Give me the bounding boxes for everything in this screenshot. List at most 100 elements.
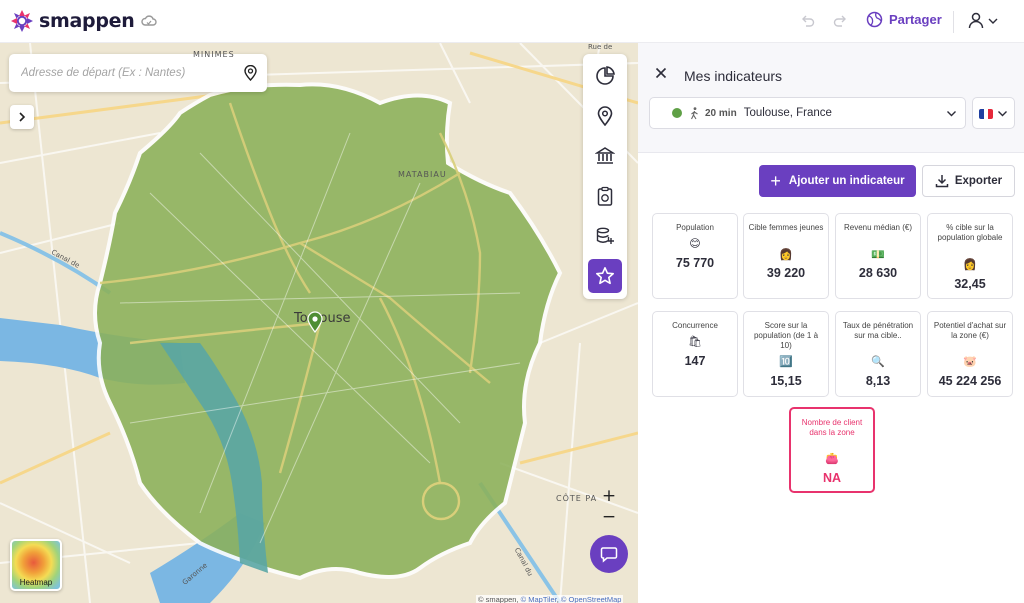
zoom-out-button[interactable]: −	[602, 507, 616, 528]
bank-icon	[595, 147, 615, 164]
indicator-label: Concurrence	[672, 321, 718, 330]
indicator-card-penetration-rate[interactable]: Taux de pénétration sur ma cible.. 🔍 8,1…	[835, 311, 921, 397]
panel-title: Mes indicateurs	[684, 68, 783, 84]
chevron-down-icon	[988, 18, 998, 24]
indicator-label: Score sur la population (de 1 à 10)	[753, 321, 819, 350]
download-icon	[935, 175, 949, 188]
map-label-minimes: MINIMES	[193, 50, 235, 59]
zone-select[interactable]: 20 min Toulouse, France	[649, 97, 966, 129]
cloud-sync-icon	[141, 15, 157, 26]
database-add-icon	[596, 227, 614, 244]
smappen-logo-icon	[11, 10, 33, 32]
magnifier-emoji-icon: 🔍	[871, 356, 885, 368]
indicator-label: Potentiel d'achat sur la zone (€)	[933, 321, 1007, 340]
indicator-value: 45 224 256	[938, 374, 1002, 388]
indicator-card-median-income[interactable]: Revenu médian (€) 💵 28 630	[835, 213, 921, 299]
close-icon[interactable]	[655, 67, 667, 79]
chevron-down-icon	[947, 111, 956, 117]
woman-emoji-icon: 👩	[963, 259, 977, 271]
zone-city: Toulouse, France	[743, 107, 832, 119]
attribution-smappen: © smappen	[478, 595, 517, 603]
indicator-label: Taux de pénétration sur ma cible..	[842, 321, 914, 340]
redo-icon[interactable]	[832, 13, 848, 29]
indicator-value: 147	[684, 354, 706, 368]
star-icon	[596, 267, 614, 285]
panel-header: Mes indicateurs 20 min Toulouse, France	[638, 43, 1024, 153]
location-pin-icon[interactable]	[244, 65, 257, 81]
attribution-maptiler[interactable]: © MapTiler	[521, 595, 557, 603]
brand-name: smappen	[39, 10, 135, 32]
indicator-label: Cible femmes jeunes	[748, 223, 824, 232]
zoom-control: + −	[598, 486, 620, 528]
chat-button[interactable]	[590, 535, 628, 573]
pie-chart-icon	[596, 66, 615, 85]
indicator-value: 39 220	[766, 266, 806, 280]
share-button[interactable]: Partager	[866, 11, 942, 28]
heatmap-label: Heatmap	[19, 578, 53, 587]
walking-icon	[691, 106, 698, 119]
indicator-card-target-women[interactable]: Cible femmes jeunes 👩 39 220	[743, 213, 829, 299]
export-button[interactable]: Exporter	[922, 165, 1015, 197]
piggy-bank-emoji-icon: 🐷	[963, 356, 977, 368]
zoom-in-button[interactable]: +	[602, 486, 616, 507]
number-ten-emoji-icon: 🔟	[779, 356, 793, 368]
indicator-card-competition[interactable]: Concurrence 🛍 147	[652, 311, 738, 397]
indicators-tool[interactable]	[588, 259, 622, 293]
country-select[interactable]	[972, 97, 1015, 129]
logo[interactable]: smappen	[10, 9, 135, 33]
clipboard-icon	[597, 186, 613, 206]
heatmap-toggle[interactable]: Heatmap	[10, 539, 62, 591]
chat-icon	[600, 547, 618, 563]
indicator-card-population[interactable]: Population 😊 75 770	[652, 213, 738, 299]
map-label-road: Rue de	[588, 43, 613, 51]
indicator-card-clients[interactable]: Nombre de client dans la zone 👛 NA	[789, 407, 875, 493]
locations-tool[interactable]	[588, 99, 622, 133]
add-data-tool[interactable]	[588, 219, 622, 253]
undo-icon[interactable]	[800, 13, 816, 29]
map-label-matabiau: MATABIAU	[398, 170, 447, 179]
zone-duration: 20 min	[705, 107, 737, 119]
indicator-label: Nombre de client dans la zone	[801, 418, 863, 437]
map-attribution: © smappen, © MapTiler, © OpenStreetMap	[476, 595, 624, 603]
indicator-value: NA	[822, 471, 842, 485]
shopping-bags-emoji-icon: 🛍	[688, 336, 702, 348]
indicator-value: 15,15	[770, 374, 802, 388]
indicators-panel: Mes indicateurs 20 min Toulouse, France …	[638, 43, 1024, 603]
top-bar: smappen Partager	[0, 0, 1024, 43]
start-address-search[interactable]	[9, 54, 267, 92]
indicator-value: 75 770	[675, 256, 715, 270]
plus-icon: +	[770, 170, 781, 191]
attribution-osm[interactable]: © OpenStreetMap	[561, 595, 622, 603]
woman-emoji-icon: 👩	[779, 249, 793, 261]
purse-emoji-icon: 👛	[825, 453, 839, 465]
chevron-right-icon	[19, 112, 26, 122]
indicator-label: % cible sur la population globale	[937, 223, 1003, 242]
divider	[953, 11, 954, 33]
search-input[interactable]	[21, 67, 236, 79]
map-label-cote-pavee: CÔTE PA	[556, 494, 598, 503]
money-emoji-icon: 💵	[871, 249, 885, 261]
map-tools	[583, 54, 627, 299]
indicator-value: 32,45	[954, 277, 986, 291]
add-indicator-button[interactable]: + Ajouter un indicateur	[759, 165, 916, 197]
indicator-label: Population	[676, 223, 714, 232]
map-canvas[interactable]: MINIMES Rue de MATABIAU CÔTE PA Canal de…	[0, 43, 638, 603]
indicator-card-target-share[interactable]: % cible sur la population globale 👩 32,4…	[927, 213, 1013, 299]
france-flag-icon	[979, 109, 993, 119]
export-label: Exporter	[954, 175, 1003, 187]
user-menu[interactable]	[968, 12, 999, 29]
indicator-value: 8,13	[865, 374, 891, 388]
chevron-down-icon	[998, 111, 1007, 117]
indicator-label: Revenu médian (€)	[843, 223, 913, 232]
report-tool[interactable]	[588, 179, 622, 213]
globe-icon	[866, 11, 883, 28]
indicator-card-score[interactable]: Score sur la population (de 1 à 10) 🔟 15…	[743, 311, 829, 397]
expand-panel-button[interactable]	[10, 105, 34, 129]
share-label: Partager	[889, 12, 942, 27]
map-marker-icon[interactable]	[307, 311, 323, 333]
indicator-value: 28 630	[858, 266, 898, 280]
add-indicator-label: Ajouter un indicateur	[788, 175, 905, 187]
analytics-tool[interactable]	[588, 59, 622, 93]
institutions-tool[interactable]	[588, 139, 622, 173]
indicator-card-purchase-potential[interactable]: Potentiel d'achat sur la zone (€) 🐷 45 2…	[927, 311, 1013, 397]
